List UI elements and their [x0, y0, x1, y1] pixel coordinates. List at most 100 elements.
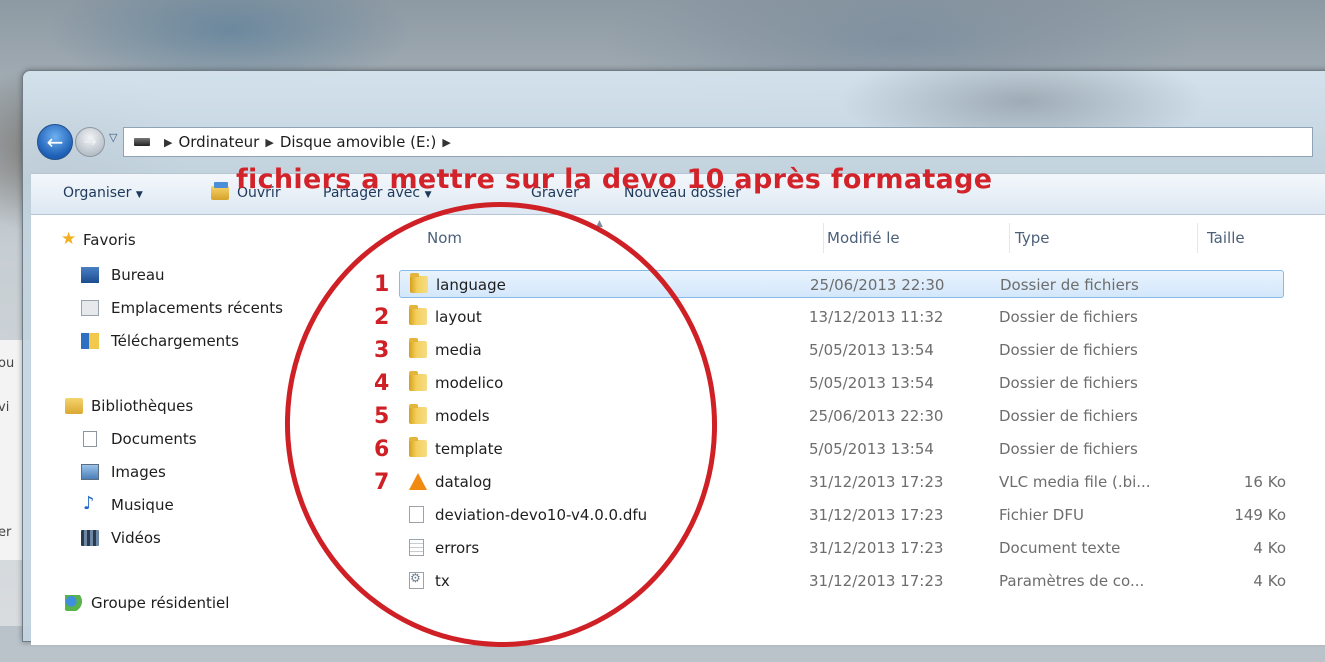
chevron-down-icon: ▼ [135, 190, 143, 200]
folder-icon [410, 273, 428, 293]
file-row[interactable]: layout 13/12/2013 11:32 Dossier de fichi… [399, 303, 1284, 331]
forward-arrow-icon: → [83, 132, 97, 151]
back-arrow-icon: ← [46, 130, 64, 154]
background-window-text: vi [0, 400, 10, 415]
column-divider[interactable] [1009, 223, 1010, 253]
annotation-number: 3 [374, 338, 390, 363]
homegroup-icon [65, 595, 83, 611]
navigation-pane: ★ Favoris Bureau Emplacements récents Té… [31, 215, 371, 645]
explorer-window: ← → ▽ ▶ Ordinateur ▶ Disque amovible (E:… [22, 70, 1325, 645]
file-size: 4 Ko [1253, 572, 1286, 590]
recent-pages-dropdown-icon[interactable]: ▽ [109, 131, 117, 144]
folder-icon [409, 338, 427, 358]
file-type: Dossier de fichiers [999, 308, 1138, 326]
file-type: Fichier DFU [999, 506, 1084, 524]
file-row[interactable]: errors 31/12/2013 17:23 Document texte 4… [399, 534, 1286, 562]
star-icon: ★ [61, 229, 77, 249]
column-divider[interactable] [1197, 223, 1198, 253]
file-type: Dossier de fichiers [999, 440, 1138, 458]
breadcrumb-removable-disk[interactable]: Disque amovible (E:) [280, 133, 437, 151]
sidebar-homegroup-label: Groupe résidentiel [91, 594, 230, 612]
file-type: Dossier de fichiers [999, 407, 1138, 425]
column-divider[interactable] [823, 223, 824, 253]
folder-icon [409, 371, 427, 391]
file-name: deviation-devo10-v4.0.0.dfu [435, 506, 648, 524]
file-row[interactable]: modelico 5/05/2013 13:54 Dossier de fich… [399, 369, 1284, 397]
folder-icon [409, 404, 427, 424]
file-row[interactable]: language 25/06/2013 22:30 Dossier de fic… [399, 270, 1284, 298]
annotation-number: 5 [374, 404, 390, 429]
sidebar-item-label: Documents [111, 430, 197, 448]
file-size: 149 Ko [1234, 506, 1286, 524]
sidebar-item-label: Emplacements récents [111, 299, 284, 317]
desktop-icon [81, 267, 99, 283]
file-type: VLC media file (.bi... [999, 473, 1151, 491]
file-modified: 5/05/2013 13:54 [809, 374, 934, 392]
text-document-icon [409, 539, 424, 556]
breadcrumb-chevron-icon[interactable]: ▶ [164, 136, 172, 149]
downloads-icon [81, 333, 99, 349]
file-modified: 31/12/2013 17:23 [809, 572, 944, 590]
file-list: ▲ Nom Modifié le Type Taille language 25… [381, 215, 1325, 645]
folder-icon [409, 305, 427, 325]
settings-file-icon [409, 571, 424, 589]
breadcrumb-chevron-icon[interactable]: ▶ [442, 136, 450, 149]
annotation-number: 6 [374, 437, 390, 462]
file-type: Dossier de fichiers [999, 341, 1138, 359]
vlc-cone-icon [409, 473, 427, 490]
recent-places-icon [81, 300, 99, 316]
sidebar-item-label: Vidéos [111, 529, 161, 547]
file-type: Document texte [999, 539, 1121, 557]
organize-button[interactable]: Organiser ▼ [63, 185, 143, 201]
annotation-number: 4 [374, 371, 390, 396]
sidebar-favorites-label: Favoris [83, 231, 136, 249]
file-type: Paramètres de co... [999, 572, 1145, 590]
column-header-modified[interactable]: Modifié le [827, 229, 900, 247]
organize-label: Organiser [63, 185, 132, 201]
sidebar-libraries-label: Bibliothèques [91, 397, 194, 415]
removable-drive-icon [134, 138, 150, 146]
file-modified: 25/06/2013 22:30 [810, 276, 945, 294]
file-modified: 25/06/2013 22:30 [809, 407, 944, 425]
libraries-icon [65, 398, 83, 414]
videos-icon [81, 530, 99, 546]
file-modified: 5/05/2013 13:54 [809, 440, 934, 458]
breadcrumb-computer[interactable]: Ordinateur [178, 133, 259, 151]
address-bar[interactable]: ▶ Ordinateur ▶ Disque amovible (E:) ▶ [123, 127, 1313, 157]
file-row[interactable]: models 25/06/2013 22:30 Dossier de fichi… [399, 402, 1284, 430]
file-name: datalog [435, 473, 492, 491]
folder-icon [409, 437, 427, 457]
images-icon [81, 464, 99, 480]
open-folder-icon [211, 182, 229, 200]
file-row[interactable]: datalog 31/12/2013 17:23 VLC media file … [399, 468, 1286, 496]
file-type: Dossier de fichiers [999, 374, 1138, 392]
sidebar-item-label: Musique [111, 496, 174, 514]
file-row[interactable]: template 5/05/2013 13:54 Dossier de fich… [399, 435, 1284, 463]
column-header-size[interactable]: Taille [1207, 229, 1245, 247]
documents-icon [83, 431, 97, 447]
sidebar-item-label: Images [111, 463, 166, 481]
column-header-name[interactable]: Nom [427, 229, 462, 247]
file-row[interactable]: media 5/05/2013 13:54 Dossier de fichier… [399, 336, 1284, 364]
file-name: models [435, 407, 490, 425]
forward-button[interactable]: → [75, 127, 105, 157]
document-icon [409, 506, 424, 523]
sidebar-item-label: Téléchargements [111, 332, 239, 350]
annotation-number: 7 [374, 470, 390, 495]
annotation-title: fichiers a mettre sur la devo 10 après f… [236, 164, 993, 195]
file-row[interactable]: deviation-devo10-v4.0.0.dfu 31/12/2013 1… [399, 501, 1286, 529]
file-modified: 13/12/2013 11:32 [809, 308, 944, 326]
sort-ascending-icon: ▲ [596, 219, 603, 229]
column-header-type[interactable]: Type [1015, 229, 1049, 247]
file-name: language [436, 276, 506, 294]
sidebar-item-label: Bureau [111, 266, 165, 284]
file-modified: 31/12/2013 17:23 [809, 473, 944, 491]
breadcrumb-chevron-icon[interactable]: ▶ [265, 136, 273, 149]
background-window-text: ou [0, 356, 15, 371]
background-window-text: er [0, 525, 12, 540]
back-button[interactable]: ← [37, 124, 73, 160]
file-size: 4 Ko [1253, 539, 1286, 557]
file-modified: 5/05/2013 13:54 [809, 341, 934, 359]
file-row[interactable]: tx 31/12/2013 17:23 Paramètres de co... … [399, 567, 1286, 595]
file-name: template [435, 440, 503, 458]
